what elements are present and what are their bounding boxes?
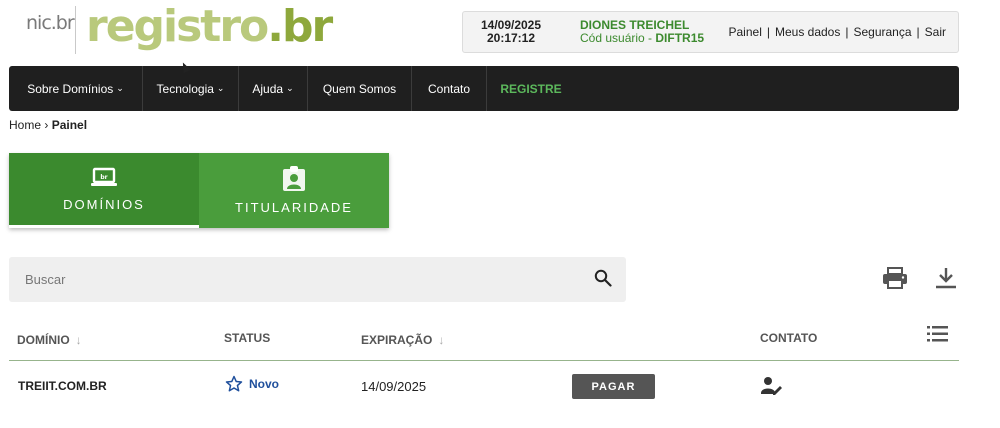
nav-item-label: Sobre Domínios bbox=[27, 81, 114, 96]
session-datetime: 14/09/2025 20:17:12 bbox=[479, 19, 543, 45]
nav-item-registre[interactable]: REGISTRE bbox=[487, 66, 575, 111]
nav-item-ajuda[interactable]: Ajuda ⌄ bbox=[239, 66, 308, 111]
sort-arrow-icon: ↓ bbox=[75, 333, 82, 347]
laptop-icon: br bbox=[91, 167, 117, 186]
column-list-icon[interactable] bbox=[927, 325, 948, 343]
link-sair[interactable]: Sair bbox=[925, 25, 946, 39]
search-icon[interactable] bbox=[594, 269, 612, 287]
svg-text:br: br bbox=[100, 174, 107, 181]
column-header-status: STATUS bbox=[224, 331, 271, 345]
column-header-contato: CONTATO bbox=[760, 331, 818, 345]
breadcrumb-current: Painel bbox=[51, 118, 88, 132]
main-nav: Sobre Domínios ⌄ Tecnologia ⌄ Ajuda ⌄ Quem … bbox=[9, 66, 959, 111]
sort-arrow-icon: ↓ bbox=[438, 333, 445, 347]
panel-tabs: br DOMÍNIOS TITULARIDADE bbox=[9, 153, 389, 228]
chevron-down-icon: ⌄ bbox=[216, 83, 225, 93]
tab-dominios[interactable]: br DOMÍNIOS bbox=[9, 153, 199, 228]
nav-item-contato[interactable]: Contato bbox=[412, 66, 487, 111]
link-separator: | bbox=[916, 25, 920, 39]
status-label: Novo bbox=[249, 377, 279, 391]
breadcrumb-home[interactable]: Home bbox=[9, 118, 41, 132]
expiration-date: 14/09/2025 bbox=[361, 379, 427, 394]
user-links: Painel | Meus dados | Segurança | Sair bbox=[729, 25, 947, 39]
tab-titularidade[interactable]: TITULARIDADE bbox=[199, 153, 389, 228]
table-header: DOMÍNIO ↓ STATUS EXPIRAÇÃO ↓ CONTATO bbox=[9, 320, 959, 361]
breadcrumb: Home › Painel bbox=[9, 118, 87, 132]
logo-br-text: .br bbox=[267, 1, 333, 52]
logo-divider bbox=[75, 6, 76, 54]
table-row: TREIIT.COM.BR Novo 14/09/2025 PAGAR bbox=[9, 362, 959, 410]
domain-name[interactable]: TREIIT.COM.BR bbox=[18, 379, 107, 393]
pay-button[interactable]: PAGAR bbox=[572, 374, 655, 399]
breadcrumb-separator: › bbox=[44, 118, 49, 132]
nav-item-label: Tecnologia bbox=[156, 81, 214, 96]
user-code-value: DIFTR15 bbox=[655, 31, 705, 45]
link-painel[interactable]: Painel bbox=[729, 25, 762, 39]
nav-item-label: Ajuda bbox=[252, 81, 284, 96]
tab-label: TITULARIDADE bbox=[235, 200, 353, 215]
user-code: Cód usuário - DIFTR15 bbox=[580, 32, 704, 45]
print-icon[interactable] bbox=[882, 267, 908, 289]
nav-item-tecnologia[interactable]: Tecnologia ⌄ bbox=[143, 66, 239, 111]
logo-registro-text: registro bbox=[86, 1, 269, 52]
chevron-down-icon: ⌄ bbox=[116, 83, 124, 93]
nic-br-logo[interactable]: nic.br bbox=[26, 12, 75, 34]
status-cell: Novo bbox=[225, 375, 279, 393]
nav-item-label: Quem Somos bbox=[322, 81, 397, 96]
link-meus-dados[interactable]: Meus dados bbox=[775, 25, 840, 39]
search-input[interactable] bbox=[25, 268, 565, 290]
session-time: 20:17:12 bbox=[486, 31, 536, 45]
column-header-expiracao[interactable]: EXPIRAÇÃO ↓ bbox=[361, 333, 444, 347]
user-info-box: 14/09/2025 20:17:12 DIONES TREICHEL Cód … bbox=[462, 11, 959, 53]
edit-contact-icon[interactable] bbox=[761, 376, 783, 396]
nav-item-label: REGISTRE bbox=[500, 81, 562, 96]
chevron-down-icon: ⌄ bbox=[286, 83, 294, 93]
nav-item-label: Contato bbox=[427, 81, 471, 96]
column-label: EXPIRAÇÃO bbox=[361, 333, 433, 347]
tab-label: DOMÍNIOS bbox=[63, 196, 145, 212]
user-code-label: Cód usuário - bbox=[580, 31, 656, 45]
column-header-dominio[interactable]: DOMÍNIO ↓ bbox=[17, 333, 82, 347]
download-icon[interactable] bbox=[934, 266, 958, 290]
registro-br-logo[interactable]: registro.br bbox=[86, 0, 333, 54]
link-seguranca[interactable]: Segurança bbox=[853, 25, 911, 39]
column-label: DOMÍNIO bbox=[17, 333, 70, 347]
nav-item-sobre-dominios[interactable]: Sobre Domínios ⌄ bbox=[9, 66, 143, 111]
nav-item-quem-somos[interactable]: Quem Somos bbox=[308, 66, 412, 111]
star-icon bbox=[225, 375, 243, 392]
link-separator: | bbox=[766, 25, 770, 39]
link-separator: | bbox=[845, 25, 849, 39]
clipboard-user-icon bbox=[283, 166, 305, 191]
search-bar bbox=[9, 257, 626, 302]
